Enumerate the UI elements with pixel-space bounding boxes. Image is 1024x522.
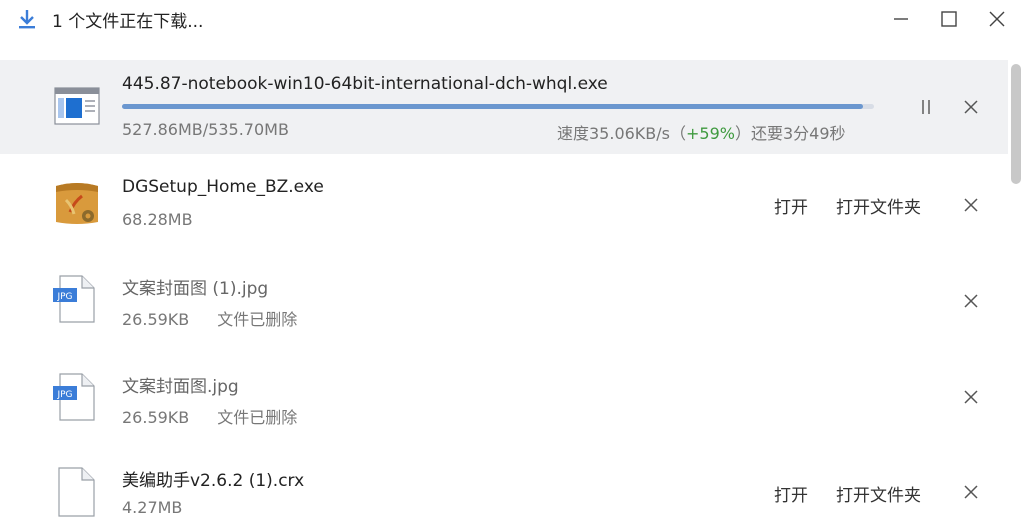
svg-text:JPG: JPG <box>56 390 72 400</box>
file-size: 68.28MB <box>122 210 193 229</box>
pause-button[interactable] <box>917 96 935 118</box>
minimize-button[interactable] <box>886 6 916 32</box>
download-item[interactable]: 美编助手v2.6.2 (1).crx 4.27MB 打开 打开文件夹 <box>0 452 1008 522</box>
download-window: 1 个文件正在下载... 445.87-notebook-win10-64bit… <box>0 0 1024 522</box>
file-meta: 26.59KB 文件已删除 <box>122 404 297 428</box>
progress-bar <box>122 104 874 109</box>
remove-item-button[interactable] <box>962 98 980 116</box>
file-meta: 26.59KB 文件已删除 <box>122 306 297 330</box>
maximize-button[interactable] <box>934 6 964 32</box>
remove-item-button[interactable] <box>962 292 980 310</box>
file-name: 美编助手v2.6.2 (1).crx <box>122 471 305 491</box>
download-list: 445.87-notebook-win10-64bit-internationa… <box>0 60 1008 522</box>
svg-text:JPG: JPG <box>56 292 72 302</box>
file-size: 26.59KB <box>122 310 190 329</box>
title-bar: 1 个文件正在下载... <box>0 0 1024 40</box>
file-name: DGSetup_Home_BZ.exe <box>122 177 324 197</box>
open-button[interactable]: 打开 <box>774 193 808 218</box>
remove-item-button[interactable] <box>962 388 980 406</box>
jpg-file-icon: JPG <box>53 275 95 323</box>
jpg-file-icon: JPG <box>53 373 95 421</box>
speed-percent: +59% <box>686 124 735 143</box>
deleted-status: 文件已删除 <box>217 310 298 329</box>
deleted-status: 文件已删除 <box>217 408 298 427</box>
download-speed: 速度35.06KB/s（+59%）还要3分49秒 <box>557 120 846 144</box>
remove-item-button[interactable] <box>962 483 980 501</box>
scrollbar-thumb[interactable] <box>1011 64 1021 184</box>
file-size: 26.59KB <box>122 408 190 427</box>
remaining-time: ）还要3分49秒 <box>734 124 846 143</box>
file-name: 文案封面图.jpg <box>122 377 239 397</box>
installer-window-icon <box>54 87 100 125</box>
speed-text: 速度35.06KB/s（ <box>557 124 687 143</box>
file-size: 4.27MB <box>122 498 183 517</box>
open-button[interactable]: 打开 <box>774 481 808 506</box>
app-package-icon <box>56 183 98 224</box>
download-item[interactable]: JPG 文案封面图 (1).jpg 26.59KB 文件已删除 <box>0 256 1008 350</box>
file-name: 文案封面图 (1).jpg <box>122 279 269 299</box>
file-size-progress: 527.86MB/535.70MB <box>122 120 289 139</box>
open-folder-button[interactable]: 打开文件夹 <box>836 193 921 218</box>
download-icon <box>19 10 35 29</box>
blank-file-icon <box>58 467 95 517</box>
progress-bar-fill <box>122 104 863 109</box>
file-name: 445.87-notebook-win10-64bit-internationa… <box>122 74 608 94</box>
window-title: 1 个文件正在下载... <box>52 12 204 32</box>
download-item[interactable]: JPG 文案封面图.jpg 26.59KB 文件已删除 <box>0 354 1008 448</box>
open-folder-button[interactable]: 打开文件夹 <box>836 481 921 506</box>
close-window-button[interactable] <box>982 6 1012 32</box>
download-item[interactable]: DGSetup_Home_BZ.exe 68.28MB 打开 打开文件夹 <box>0 160 1008 252</box>
scrollbar[interactable] <box>1008 60 1024 522</box>
download-item-active[interactable]: 445.87-notebook-win10-64bit-internationa… <box>0 60 1008 154</box>
remove-item-button[interactable] <box>962 196 980 214</box>
